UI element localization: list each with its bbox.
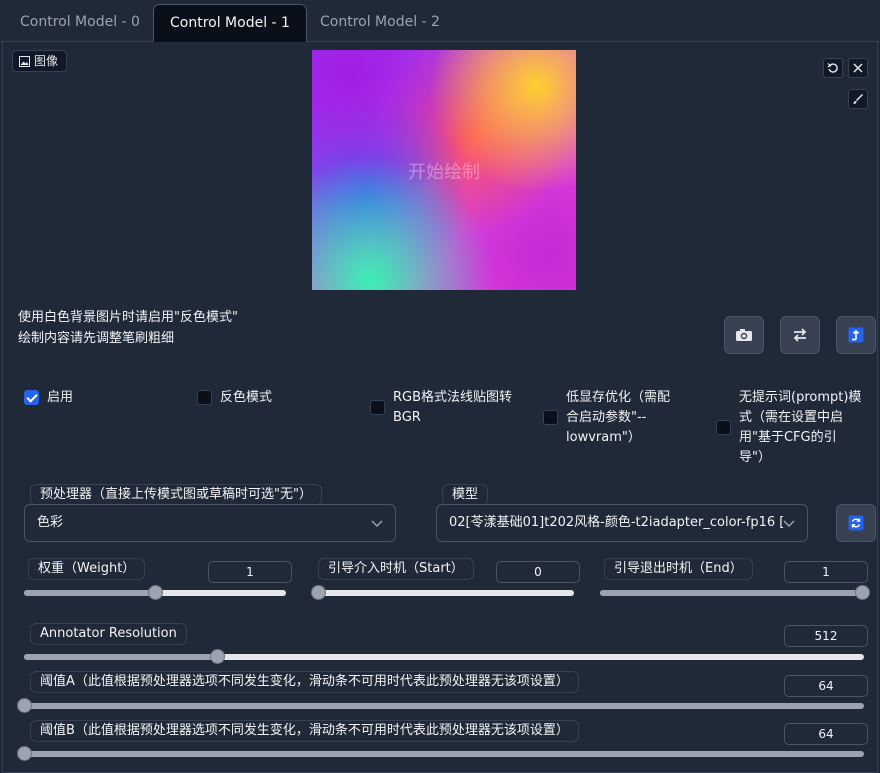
webcam-button[interactable] bbox=[724, 316, 764, 354]
end-label: 引导退出时机（End） bbox=[604, 558, 753, 580]
guess-mode-checkbox[interactable] bbox=[716, 420, 731, 435]
camera-icon bbox=[736, 329, 752, 341]
undo-icon bbox=[827, 63, 838, 73]
threshold-b-slider[interactable] bbox=[17, 746, 864, 761]
brush-size-button[interactable] bbox=[848, 89, 868, 109]
swap-icon bbox=[793, 328, 807, 342]
hint-brush-text: 绘制内容请先调整笔刷粗细 bbox=[18, 331, 175, 346]
weight-slider[interactable] bbox=[24, 585, 286, 600]
preprocessor-label: 预处理器（直接上传模式图或草稿时可选"无"） bbox=[30, 484, 322, 506]
tab-control-model-2[interactable]: Control Model - 2 bbox=[304, 4, 456, 42]
threshold-a-input[interactable]: 64 bbox=[784, 675, 868, 697]
guess-mode-label-line: 无提示词(prompt)模 bbox=[739, 390, 862, 405]
weight-slider-fill bbox=[24, 590, 155, 596]
lowvram-label: 低显存优化（需配 合启动参数"-- lowvram"） bbox=[566, 388, 670, 448]
guess-mode-label-line: 式（需在设置中启 bbox=[739, 410, 844, 425]
refresh-icon bbox=[848, 515, 864, 531]
end-slider-thumb[interactable] bbox=[855, 585, 870, 600]
start-label: 引导介入时机（Start） bbox=[318, 558, 474, 580]
rgb-to-bgr-label-line: RGB格式法线贴图转 bbox=[393, 390, 513, 405]
model-value: 02[苓漾基础01]t202风格-颜色-t2iadapter_color-fp1… bbox=[449, 515, 785, 530]
tab-bar: Control Model - 0 Control Model - 1 Cont… bbox=[0, 0, 880, 42]
preprocessor-value: 色彩 bbox=[37, 515, 64, 530]
guess-mode-label: 无提示词(prompt)模 式（需在设置中启 用"基于CFG的引 导"） bbox=[739, 388, 861, 468]
model-select[interactable]: 02[苓漾基础01]t202风格-颜色-t2iadapter_color-fp1… bbox=[436, 504, 808, 542]
send-dimensions-button[interactable] bbox=[836, 316, 876, 354]
threshold-b-input[interactable]: 64 bbox=[784, 723, 868, 745]
model-label: 模型 bbox=[442, 484, 489, 506]
hint-invert-text: 使用白色背景图片时请启用"反色模式" bbox=[18, 310, 238, 325]
send-dimensions-icon bbox=[848, 327, 864, 343]
tab-control-model-0[interactable]: Control Model - 0 bbox=[4, 4, 156, 42]
weight-input[interactable]: 1 bbox=[208, 561, 292, 583]
rgb-to-bgr-label: RGB格式法线贴图转 BGR bbox=[393, 388, 512, 428]
tab-control-model-1[interactable]: Control Model - 1 bbox=[153, 4, 307, 42]
enable-checkbox[interactable] bbox=[24, 390, 39, 405]
rgb-to-bgr-checkbox[interactable] bbox=[370, 400, 385, 415]
preprocessor-select[interactable]: 色彩 bbox=[24, 504, 396, 542]
threshold-a-label: 阈值A（此值根据预处理器选项不同发生变化，滑动条不可用时代表此预处理器无该项设置… bbox=[30, 671, 579, 693]
end-slider-fill bbox=[600, 590, 862, 596]
annotator-resolution-slider-fill bbox=[24, 654, 218, 660]
end-input[interactable]: 1 bbox=[784, 561, 868, 583]
weight-slider-thumb[interactable] bbox=[148, 585, 163, 600]
mirror-webcam-button[interactable] bbox=[780, 316, 820, 354]
lowvram-checkbox[interactable] bbox=[543, 410, 558, 425]
start-input[interactable]: 0 bbox=[496, 561, 580, 583]
brush-icon bbox=[853, 93, 864, 104]
chevron-down-icon bbox=[371, 520, 383, 528]
weight-label: 权重（Weight） bbox=[28, 558, 146, 580]
rgb-to-bgr-label-line: BGR bbox=[393, 410, 421, 425]
chevron-down-icon bbox=[783, 520, 795, 528]
close-icon bbox=[853, 63, 863, 73]
lowvram-label-line: 合启动参数"-- bbox=[566, 410, 647, 425]
enable-label: 启用 bbox=[47, 390, 74, 405]
start-slider[interactable] bbox=[311, 585, 574, 600]
start-slider-thumb[interactable] bbox=[311, 585, 326, 600]
image-icon bbox=[19, 56, 30, 67]
drawing-canvas[interactable]: 开始绘制 bbox=[312, 50, 576, 290]
invert-label: 反色模式 bbox=[220, 390, 273, 405]
threshold-b-label: 阈值B（此值根据预处理器选项不同发生变化，滑动条不可用时代表此预处理器无该项设置… bbox=[30, 720, 579, 742]
threshold-a-slider[interactable] bbox=[17, 698, 864, 713]
threshold-b-slider-thumb[interactable] bbox=[17, 746, 32, 761]
image-label-text: 图像 bbox=[34, 54, 59, 68]
guess-mode-label-line: 导"） bbox=[739, 450, 771, 465]
annotator-resolution-label: Annotator Resolution bbox=[30, 623, 187, 645]
end-slider[interactable] bbox=[600, 585, 870, 600]
annotator-resolution-input[interactable]: 512 bbox=[784, 625, 868, 647]
threshold-a-slider-thumb[interactable] bbox=[17, 698, 32, 713]
lowvram-label-line: 低显存优化（需配 bbox=[566, 390, 671, 405]
guess-mode-label-line: 用"基于CFG的引 bbox=[739, 430, 837, 445]
undo-button[interactable] bbox=[823, 58, 843, 78]
annotator-resolution-slider[interactable] bbox=[24, 649, 864, 664]
clear-canvas-button[interactable] bbox=[848, 58, 868, 78]
canvas-placeholder-text: 开始绘制 bbox=[408, 162, 480, 183]
invert-checkbox[interactable] bbox=[197, 390, 212, 405]
image-block-label: 图像 bbox=[12, 50, 68, 72]
refresh-models-button[interactable] bbox=[836, 504, 876, 542]
lowvram-label-line: lowvram"） bbox=[566, 430, 641, 445]
